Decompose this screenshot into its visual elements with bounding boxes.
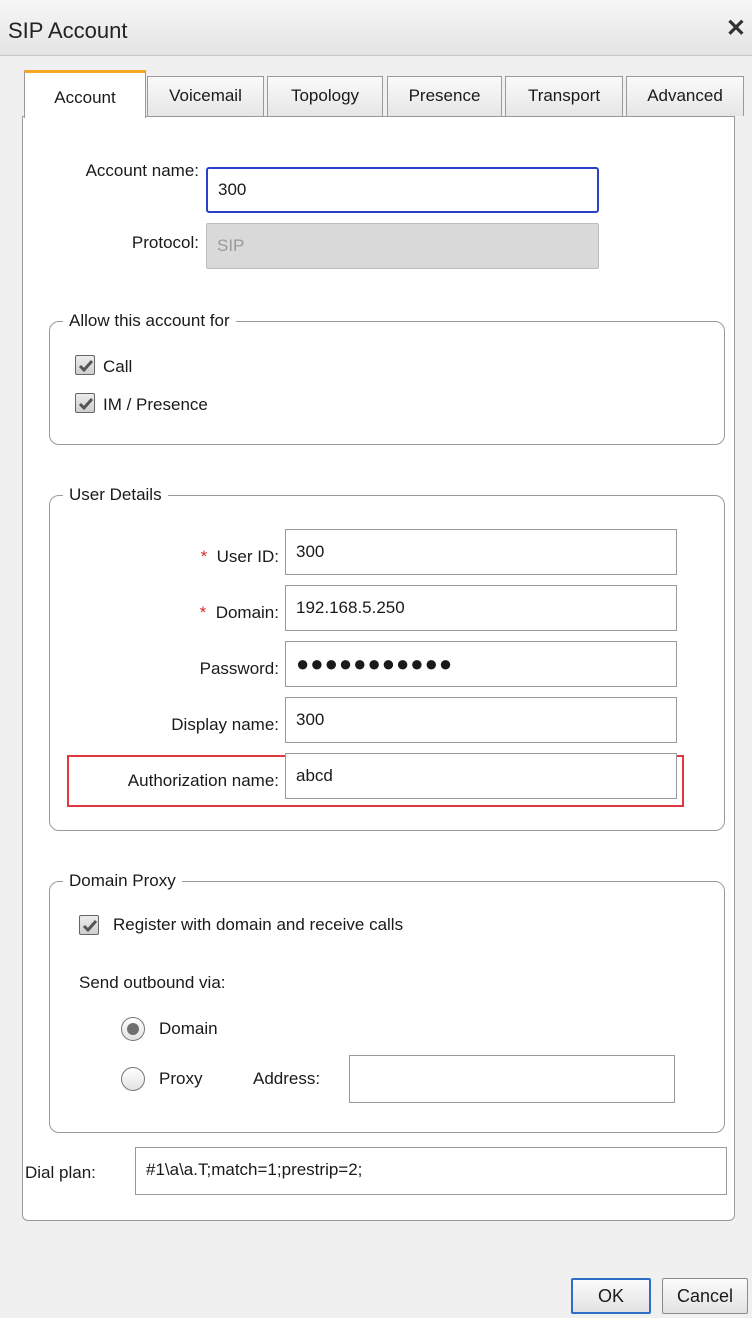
authorization-name-label: Authorization name:	[127, 771, 279, 790]
window-title: SIP Account	[8, 18, 128, 43]
im-presence-checkbox[interactable]	[75, 393, 95, 413]
password-label: Password:	[199, 659, 279, 678]
user-id-label-text: User ID:	[216, 547, 279, 566]
call-checkbox[interactable]	[75, 355, 95, 375]
user-id-label: * User ID:	[23, 547, 279, 567]
domain-radio[interactable]	[121, 1017, 145, 1041]
tab-label: Presence	[408, 86, 481, 105]
tab-voicemail[interactable]: Voicemail	[147, 76, 264, 116]
proxy-address-input[interactable]	[349, 1055, 675, 1103]
close-icon[interactable]: ✕	[726, 14, 746, 43]
tab-label: Account	[54, 88, 116, 107]
radio-selected-dot	[127, 1023, 139, 1035]
address-label: Address:	[253, 1069, 321, 1088]
dial-plan-input[interactable]: #1\a\a.T;match=1;prestrip=2;	[135, 1147, 727, 1195]
display-name-input[interactable]: 300	[285, 697, 677, 743]
call-checkbox-label: Call	[103, 357, 133, 376]
required-marker: *	[200, 547, 208, 566]
domain-label: * Domain:	[23, 603, 279, 623]
user-id-input[interactable]: 300	[285, 529, 677, 575]
display-name-label: Display name:	[171, 715, 279, 734]
tab-advanced[interactable]: Advanced	[626, 76, 744, 116]
tab-label: Advanced	[647, 86, 723, 105]
ok-button[interactable]: OK	[571, 1278, 651, 1314]
check-icon	[78, 360, 94, 373]
tab-topology[interactable]: Topology	[267, 76, 383, 116]
account-name-label: Account name:	[85, 161, 199, 180]
authorization-name-input[interactable]: abcd	[285, 753, 677, 799]
domain-radio-label: Domain	[159, 1019, 218, 1038]
im-presence-label: IM / Presence	[103, 395, 208, 414]
tab-label: Topology	[290, 86, 360, 105]
proxy-radio-label: Proxy	[159, 1069, 203, 1088]
domain-label-text: Domain:	[215, 603, 279, 622]
user-details-legend: User Details	[63, 485, 168, 505]
domain-proxy-legend: Domain Proxy	[63, 871, 182, 891]
check-icon	[78, 398, 94, 411]
tab-label: Voicemail	[169, 86, 242, 105]
send-outbound-label: Send outbound via:	[79, 973, 226, 992]
tab-account[interactable]: Account	[24, 70, 146, 118]
domain-input[interactable]: 192.168.5.250	[285, 585, 677, 631]
tab-presence[interactable]: Presence	[387, 76, 502, 116]
tab-label: Transport	[527, 86, 601, 105]
check-icon	[82, 920, 98, 933]
dial-plan-label: Dial plan:	[25, 1163, 96, 1182]
account-tab-panel: Account name: 300 Protocol: SIP Allow th…	[22, 116, 735, 1221]
register-checkbox-label: Register with domain and receive calls	[113, 915, 404, 934]
allow-account-group	[49, 321, 725, 445]
tab-transport[interactable]: Transport	[505, 76, 623, 116]
protocol-field: SIP	[206, 223, 599, 269]
required-marker: *	[199, 603, 207, 622]
cancel-button[interactable]: Cancel	[662, 1278, 748, 1314]
proxy-radio[interactable]	[121, 1067, 145, 1091]
register-checkbox[interactable]	[79, 915, 99, 935]
title-bar: SIP Account ✕	[0, 0, 752, 56]
password-input[interactable]: ●●●●●●●●●●●	[285, 641, 677, 687]
protocol-label: Protocol:	[131, 233, 199, 252]
account-name-input[interactable]: 300	[206, 167, 599, 213]
allow-account-legend: Allow this account for	[63, 311, 236, 331]
